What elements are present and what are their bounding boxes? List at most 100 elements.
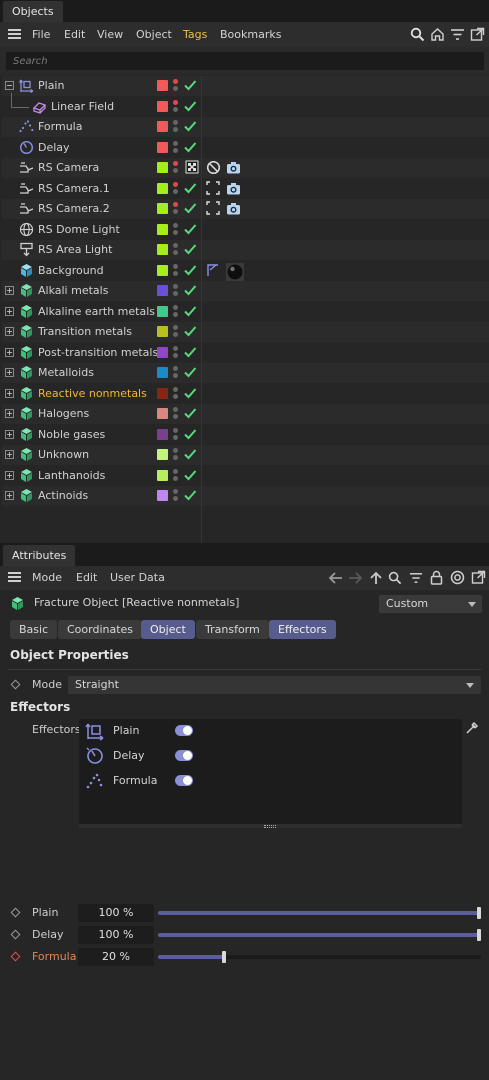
filter-icon[interactable] xyxy=(409,571,423,585)
menu-edit[interactable]: Edit xyxy=(64,22,85,47)
render-visibility-dot[interactable] xyxy=(173,455,178,460)
enabled-check-icon[interactable] xyxy=(183,222,197,236)
hamburger-menu-icon[interactable] xyxy=(8,572,21,582)
layer-color-swatch[interactable] xyxy=(157,408,168,419)
visibility-dots[interactable] xyxy=(173,365,178,381)
layer-color-swatch[interactable] xyxy=(157,449,168,460)
visibility-dots[interactable] xyxy=(173,447,178,463)
menu-bookmarks[interactable]: Bookmarks xyxy=(220,22,281,47)
tree-row[interactable]: Plain xyxy=(2,76,489,96)
enabled-check-icon[interactable] xyxy=(183,181,197,195)
expand-icon[interactable] xyxy=(5,471,14,480)
render-visibility-dot[interactable] xyxy=(173,435,178,440)
keyframe-diamond-icon[interactable] xyxy=(10,679,21,690)
strength-value-field[interactable]: 20 % xyxy=(78,948,154,966)
compositing-tag-icon[interactable] xyxy=(206,263,222,279)
strength-value-field[interactable]: 100 % xyxy=(78,904,154,922)
render-visibility-dot[interactable] xyxy=(173,414,178,419)
layer-color-swatch[interactable] xyxy=(157,326,168,337)
editor-visibility-dot[interactable] xyxy=(173,223,178,228)
forward-arrow-icon[interactable] xyxy=(348,571,363,585)
layer-color-swatch[interactable] xyxy=(157,121,168,132)
editor-visibility-dot[interactable] xyxy=(173,489,178,494)
resize-grip-icon[interactable] xyxy=(264,825,276,828)
object-name[interactable]: Unknown xyxy=(38,448,89,461)
target-circle-icon[interactable] xyxy=(450,570,465,585)
object-name[interactable]: Alkali metals xyxy=(38,284,108,297)
visibility-dots[interactable] xyxy=(173,283,178,299)
strength-slider[interactable] xyxy=(158,929,481,941)
tree-row[interactable]: RS Dome Light xyxy=(2,220,489,240)
tree-row[interactable]: RS Area Light xyxy=(2,240,489,260)
tree-row[interactable]: Noble gases xyxy=(2,425,489,445)
home-icon[interactable] xyxy=(430,27,445,42)
object-name[interactable]: Halogens xyxy=(38,407,89,420)
editor-visibility-dot[interactable] xyxy=(173,387,178,392)
enabled-check-icon[interactable] xyxy=(183,488,197,502)
tree-row[interactable]: Transition metals xyxy=(2,322,489,342)
keyframe-diamond-icon[interactable] xyxy=(10,929,21,940)
expand-icon[interactable] xyxy=(5,286,14,295)
enabled-check-icon[interactable] xyxy=(183,406,197,420)
visibility-dots[interactable] xyxy=(173,468,178,484)
render-visibility-dot[interactable] xyxy=(173,148,178,153)
tab-basic[interactable]: Basic xyxy=(10,620,58,639)
editor-visibility-dot[interactable] xyxy=(173,428,178,433)
enabled-check-icon[interactable] xyxy=(183,78,197,92)
editor-visibility-dot[interactable] xyxy=(173,120,178,125)
visibility-dots[interactable] xyxy=(173,386,178,402)
expand-icon[interactable] xyxy=(5,368,14,377)
layer-color-swatch[interactable] xyxy=(157,347,168,358)
object-name[interactable]: Lanthanoids xyxy=(38,469,105,482)
tree-row[interactable]: Alkaline earth metals xyxy=(2,302,489,322)
camera-tag-icon[interactable] xyxy=(226,160,242,176)
editor-visibility-dot[interactable] xyxy=(173,284,178,289)
visibility-dots[interactable] xyxy=(173,119,178,135)
keyframe-diamond-icon[interactable] xyxy=(10,951,21,962)
tree-row[interactable]: Reactive nonmetals xyxy=(2,384,489,404)
editor-visibility-dot[interactable] xyxy=(173,243,178,248)
new-window-icon[interactable] xyxy=(470,27,485,42)
layer-color-swatch[interactable] xyxy=(157,306,168,317)
menu-file[interactable]: File xyxy=(32,22,50,47)
effector-item-plain[interactable]: Plain xyxy=(79,719,462,743)
enabled-check-icon[interactable] xyxy=(183,345,197,359)
expand-icon[interactable] xyxy=(5,389,14,398)
mode-dropdown[interactable]: Straight xyxy=(68,676,481,694)
effector-item-delay[interactable]: Delay xyxy=(79,744,462,768)
editor-visibility-dot[interactable] xyxy=(173,161,178,166)
strength-slider[interactable] xyxy=(158,951,481,963)
enabled-check-icon[interactable] xyxy=(183,119,197,133)
attributes-tab[interactable]: Attributes xyxy=(3,545,76,566)
tree-row[interactable]: Lanthanoids xyxy=(2,466,489,486)
target-tag-icon[interactable] xyxy=(206,201,222,217)
tree-row[interactable]: Actinoids xyxy=(2,486,489,506)
tree-row[interactable]: Post-transition metals xyxy=(2,343,489,363)
filter-icon[interactable] xyxy=(450,27,465,42)
tree-row[interactable]: Delay xyxy=(2,138,489,158)
tab-coordinates[interactable]: Coordinates xyxy=(58,620,143,639)
strength-value-field[interactable]: 100 % xyxy=(78,926,154,944)
collapse-icon[interactable] xyxy=(5,81,14,90)
enabled-check-icon[interactable] xyxy=(183,201,197,215)
visibility-dots[interactable] xyxy=(173,263,178,279)
tree-row[interactable]: Metalloids xyxy=(2,363,489,383)
object-name[interactable]: Transition metals xyxy=(38,325,132,338)
tree-row[interactable]: Linear Field xyxy=(2,93,489,117)
checker-tag-icon[interactable] xyxy=(185,160,201,176)
slider-handle[interactable] xyxy=(477,907,481,919)
visibility-dots[interactable] xyxy=(173,406,178,422)
preset-dropdown[interactable]: Custom xyxy=(379,595,482,613)
object-name[interactable]: Alkaline earth metals xyxy=(38,305,155,318)
editor-visibility-dot[interactable] xyxy=(173,182,178,187)
objects-tab[interactable]: Objects xyxy=(3,1,63,22)
object-name[interactable]: RS Area Light xyxy=(38,243,112,256)
render-visibility-dot[interactable] xyxy=(173,476,178,481)
object-name[interactable]: RS Dome Light xyxy=(38,223,120,236)
visibility-dots[interactable] xyxy=(173,324,178,340)
render-visibility-dot[interactable] xyxy=(173,230,178,235)
enabled-check-icon[interactable] xyxy=(183,386,197,400)
layer-color-swatch[interactable] xyxy=(157,367,168,378)
object-name[interactable]: Post-transition metals xyxy=(38,346,158,359)
editor-visibility-dot[interactable] xyxy=(173,366,178,371)
